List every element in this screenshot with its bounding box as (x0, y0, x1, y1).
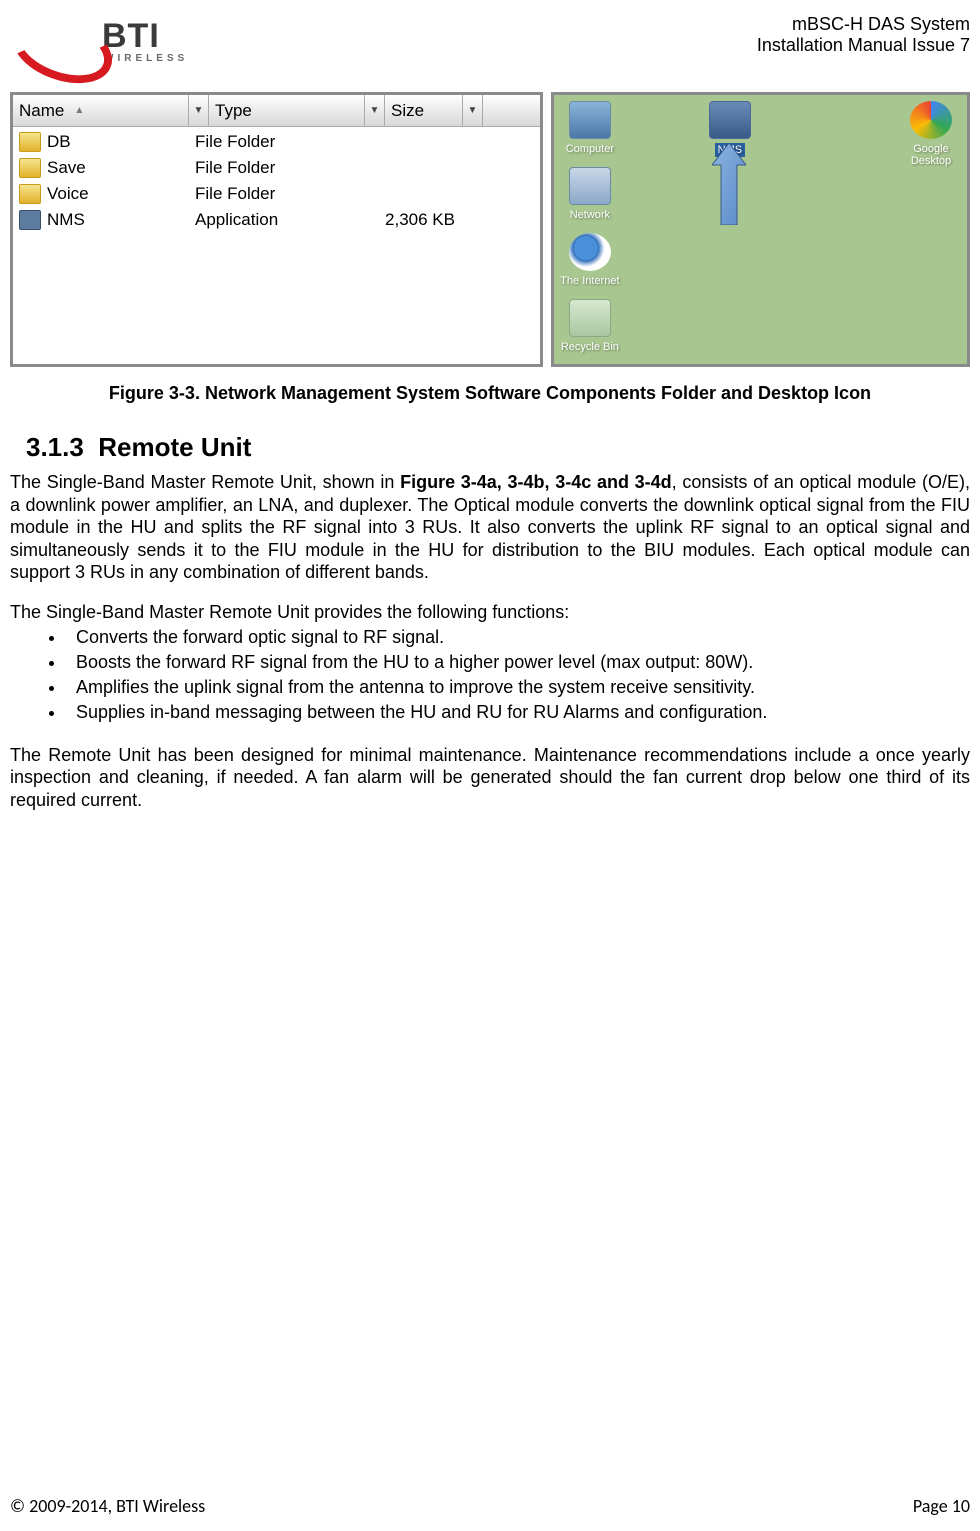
desktop-icon-recycle[interactable]: Recycle Bin (560, 299, 620, 353)
icon-label: Network (560, 209, 620, 221)
copyright-text: © 2009-2014, BTI Wireless (10, 1495, 205, 1517)
column-header-size[interactable]: Size (385, 95, 463, 126)
bti-logo: BTI WIRELESS (10, 18, 188, 64)
application-icon (19, 210, 41, 230)
list-item: Supplies in-band messaging between the H… (66, 700, 970, 724)
column-dropdown-name[interactable]: ▼ (189, 95, 209, 126)
p1-bold: Figure 3-4a, 3-4b, 3-4c and 3-4d (400, 472, 672, 492)
callout-arrow-icon (712, 143, 746, 225)
column-dropdown-size[interactable]: ▼ (463, 95, 483, 126)
section-title: Remote Unit (98, 432, 251, 462)
column-header-type[interactable]: Type (209, 95, 365, 126)
file-type: Application (195, 210, 371, 230)
folder-icon (19, 158, 41, 178)
file-type: File Folder (195, 184, 371, 204)
computer-icon (569, 101, 611, 139)
explorer-column-header: Name ▲ ▼ Type ▼ Size ▼ (13, 95, 540, 127)
list-item: Amplifies the uplink signal from the ant… (66, 675, 970, 699)
file-explorer-window: Name ▲ ▼ Type ▼ Size ▼ DB File Folder Sa… (10, 92, 543, 367)
page-footer: © 2009-2014, BTI Wireless Page 10 (10, 1495, 970, 1517)
page-number: 10 (952, 1495, 970, 1517)
table-row[interactable]: Voice File Folder (13, 181, 540, 207)
file-type: File Folder (195, 158, 371, 178)
list-item: Boosts the forward RF signal from the HU… (66, 650, 970, 674)
page-label: Page (913, 1495, 952, 1517)
desktop-icon-computer[interactable]: Computer (560, 101, 620, 155)
desktop-screenshot: Computer Network The Internet Recycle Bi… (551, 92, 970, 367)
network-icon (569, 167, 611, 205)
icon-label: The Internet (560, 275, 620, 287)
p1-pre: The Single-Band Master Remote Unit, show… (10, 472, 400, 492)
icon-label: Google Desktop (901, 143, 961, 167)
desktop-icon-internet[interactable]: The Internet (560, 233, 620, 287)
paragraph-3: The Remote Unit has been designed for mi… (10, 744, 970, 812)
page-header: BTI WIRELESS mBSC-H DAS System Installat… (10, 12, 970, 64)
logo-text-sub: WIRELESS (104, 53, 188, 64)
paragraph-2: The Single-Band Master Remote Unit provi… (10, 602, 970, 623)
google-desktop-icon (910, 101, 952, 139)
column-label: Name (19, 101, 64, 121)
logo-text-main: BTI (102, 19, 160, 53)
table-row[interactable]: NMS Application 2,306 KB (13, 207, 540, 233)
paragraph-1: The Single-Band Master Remote Unit, show… (10, 471, 970, 584)
sort-indicator-icon: ▲ (74, 105, 84, 116)
internet-explorer-icon (569, 233, 611, 271)
folder-icon (19, 132, 41, 152)
explorer-body: DB File Folder Save File Folder Voice Fi… (13, 127, 540, 235)
title-line-1: mBSC-H DAS System (757, 14, 970, 35)
recycle-bin-icon (569, 299, 611, 337)
table-row[interactable]: DB File Folder (13, 129, 540, 155)
desktop-icon-network[interactable]: Network (560, 167, 620, 221)
icon-label: Computer (560, 143, 620, 155)
figure-row: Name ▲ ▼ Type ▼ Size ▼ DB File Folder Sa… (10, 92, 970, 367)
file-name: NMS (47, 210, 195, 230)
table-row[interactable]: Save File Folder (13, 155, 540, 181)
figure-caption: Figure 3-3. Network Management System So… (10, 383, 970, 404)
section-number: 3.1.3 (26, 432, 84, 462)
file-name: Voice (47, 184, 195, 204)
section-heading: 3.1.3 Remote Unit (26, 432, 970, 463)
desktop-icon-google[interactable]: Google Desktop (901, 101, 961, 167)
logo-swoosh-icon (10, 18, 98, 64)
file-type: File Folder (195, 132, 371, 152)
nms-icon (709, 101, 751, 139)
title-line-2: Installation Manual Issue 7 (757, 35, 970, 56)
file-name: DB (47, 132, 195, 152)
document-title: mBSC-H DAS System Installation Manual Is… (757, 14, 970, 56)
folder-icon (19, 184, 41, 204)
page-indicator: Page 10 (913, 1495, 970, 1517)
file-size: 2,306 KB (371, 210, 461, 230)
function-list: Converts the forward optic signal to RF … (10, 625, 970, 725)
column-header-name[interactable]: Name ▲ (13, 95, 189, 126)
column-label: Type (215, 101, 252, 121)
icon-label: Recycle Bin (560, 341, 620, 353)
column-dropdown-type[interactable]: ▼ (365, 95, 385, 126)
column-label: Size (391, 101, 424, 121)
list-item: Converts the forward optic signal to RF … (66, 625, 970, 649)
file-name: Save (47, 158, 195, 178)
